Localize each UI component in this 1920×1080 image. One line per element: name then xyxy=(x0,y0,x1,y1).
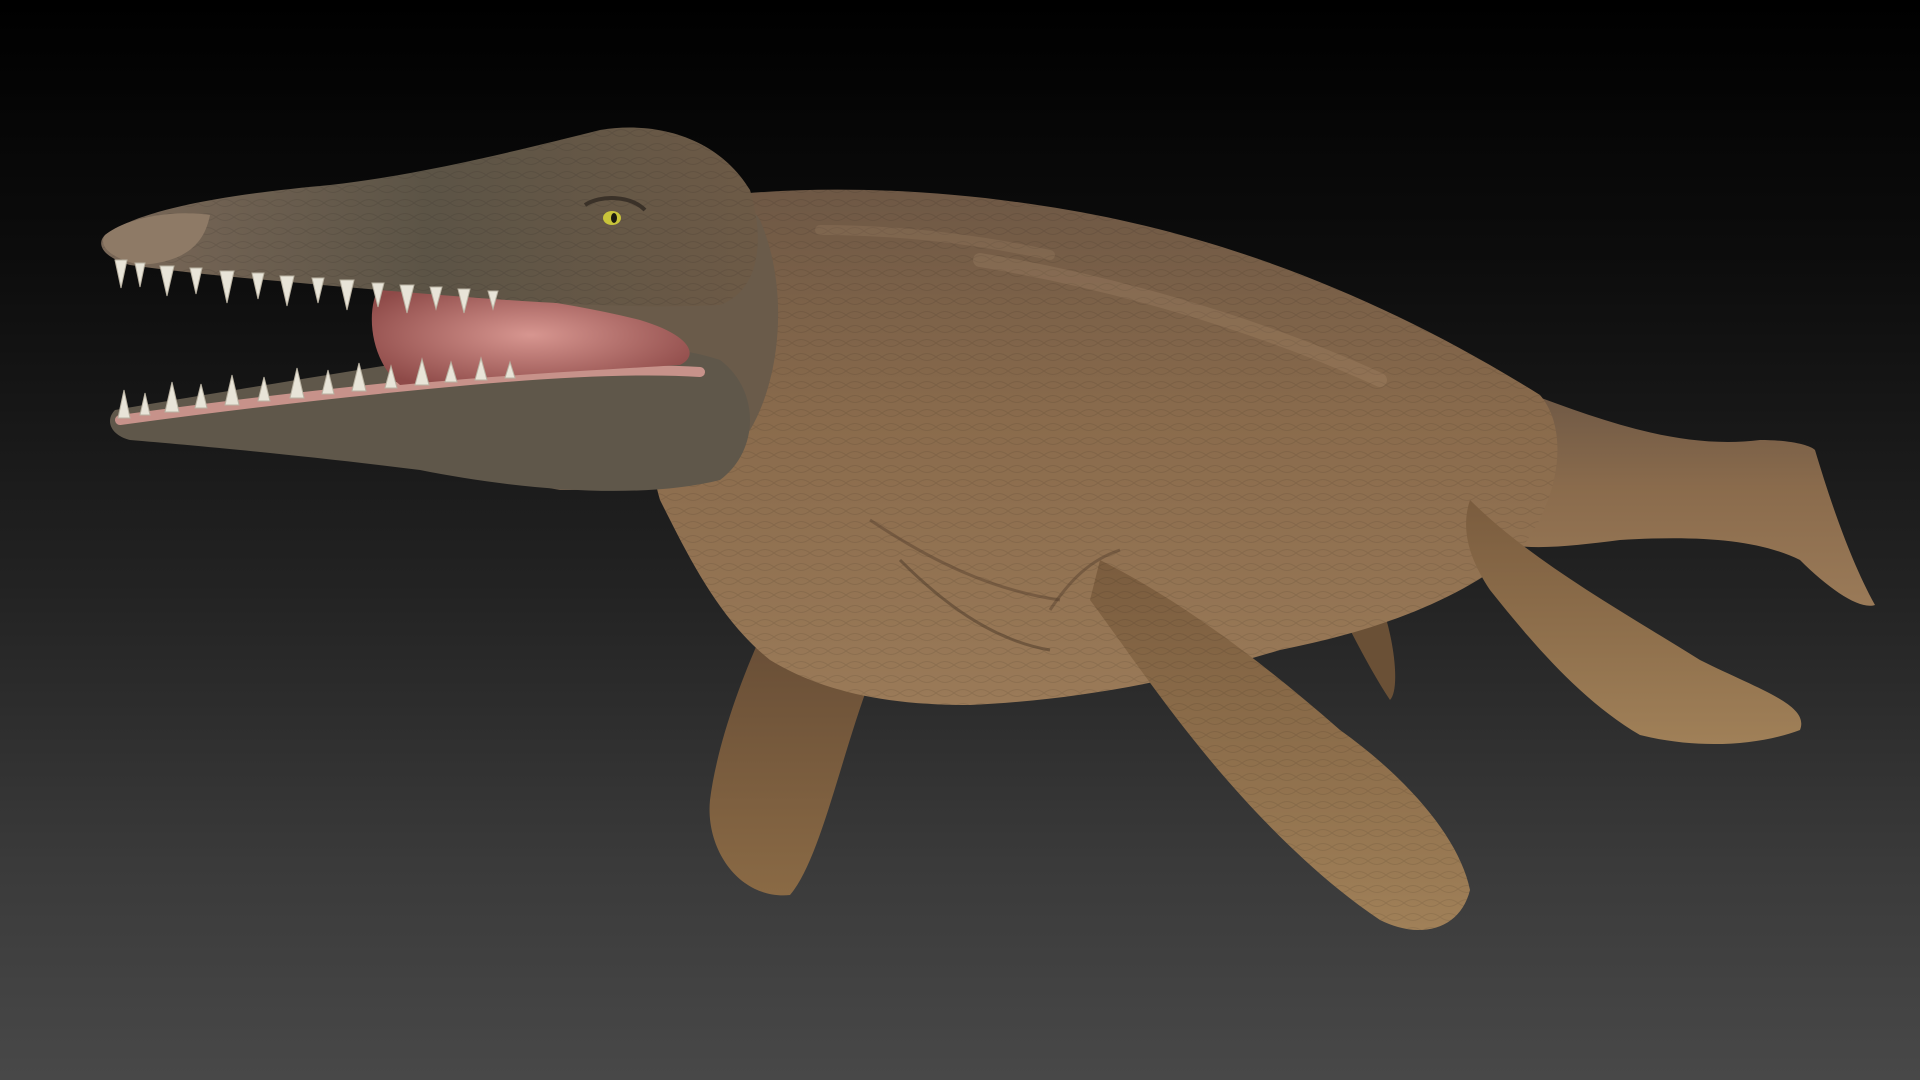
render-viewport xyxy=(0,0,1920,1080)
tail xyxy=(1510,390,1875,606)
pliosaur-render xyxy=(101,127,1875,930)
